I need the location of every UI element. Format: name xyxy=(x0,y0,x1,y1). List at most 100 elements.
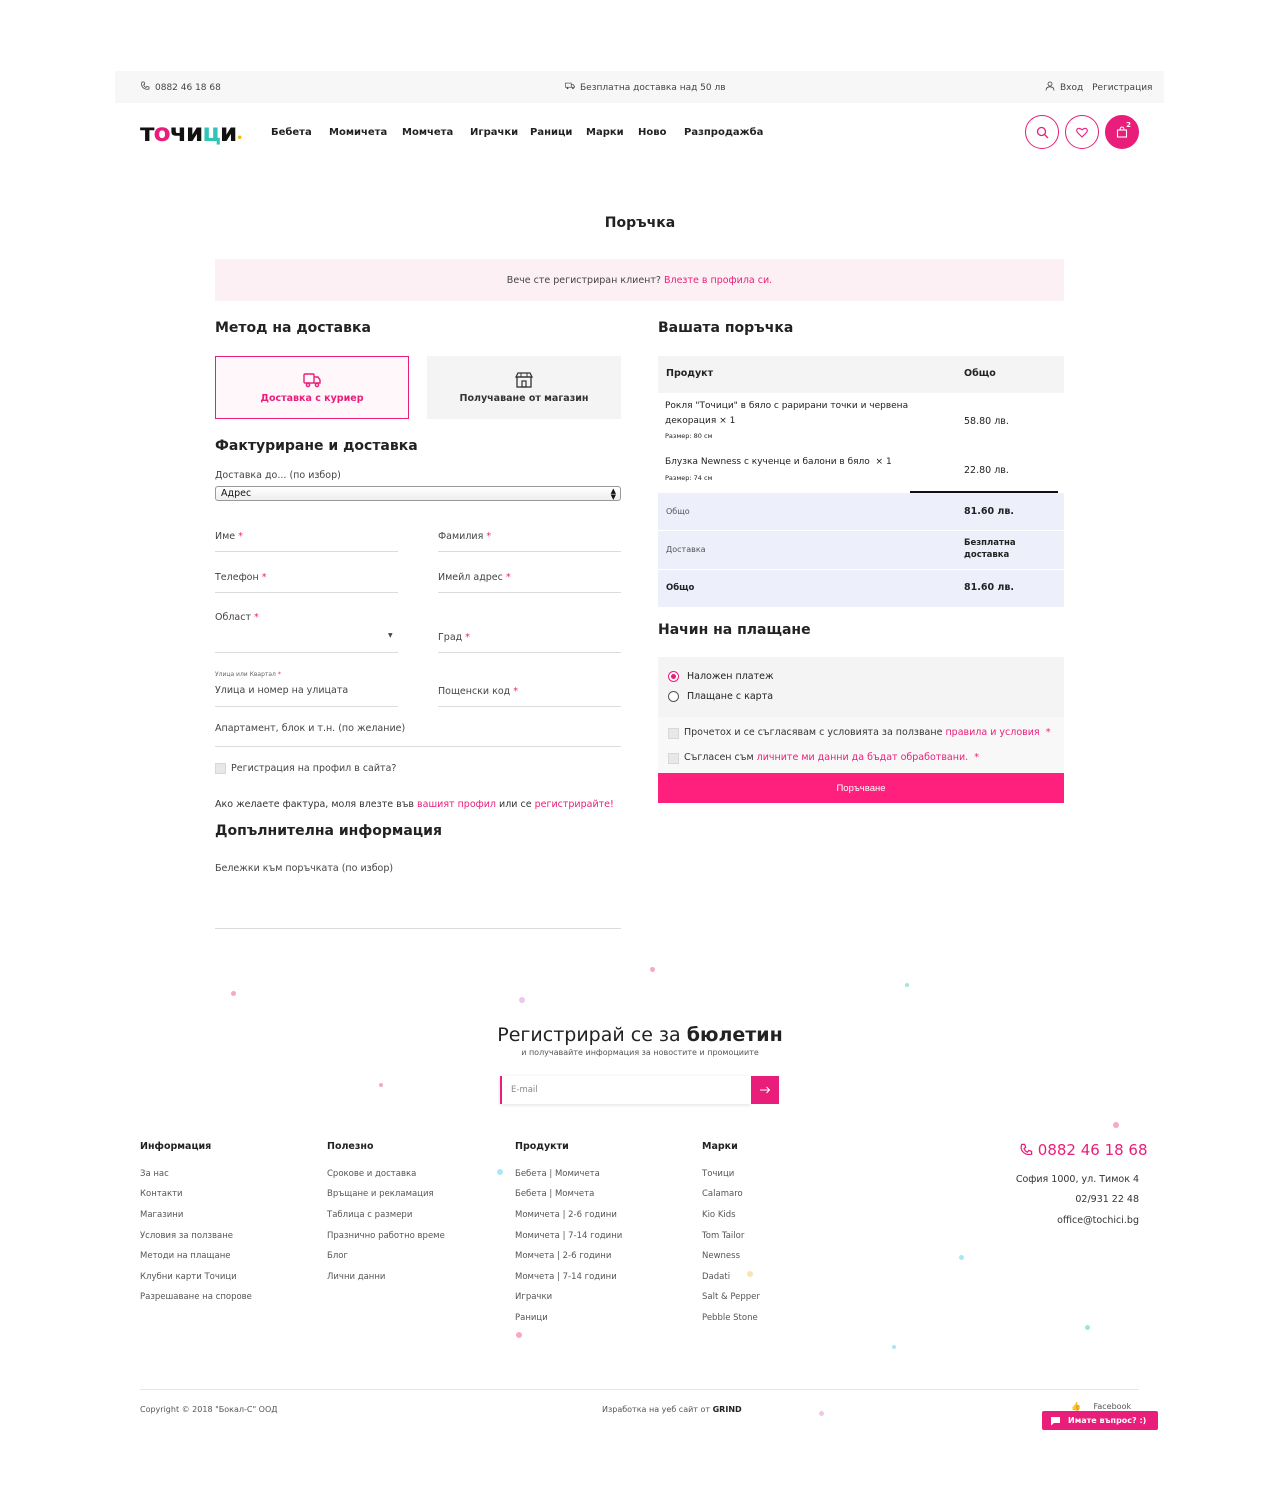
street-field[interactable]: Улица и номер на улицата xyxy=(215,685,348,696)
nav-item-new[interactable]: Ново xyxy=(638,127,666,138)
footer-link[interactable]: За нас xyxy=(140,1169,169,1179)
footer-link[interactable]: Pebble Stone xyxy=(702,1313,758,1323)
privacy-checkbox[interactable] xyxy=(668,753,679,764)
footer-products-title: Продукти xyxy=(515,1141,569,1152)
terms-link[interactable]: правила и условия xyxy=(945,727,1039,738)
nav-item-babies[interactable]: Бебета xyxy=(271,127,312,138)
footer-link[interactable]: Момичета | 2-6 години xyxy=(515,1210,617,1220)
footer-landline[interactable]: 02/931 22 48 xyxy=(1075,1194,1139,1205)
region-select[interactable]: Област * xyxy=(215,612,259,623)
footer-link[interactable]: Празнично работно време xyxy=(327,1231,445,1241)
footer-phone[interactable]: 0882 46 18 68 xyxy=(1019,1141,1148,1159)
store-icon xyxy=(514,371,534,388)
facebook-link[interactable]: 👍 Facebook xyxy=(1071,1402,1131,1411)
login-notice-link[interactable]: Влезте в профила си. xyxy=(664,275,772,286)
footer-link[interactable]: Лични данни xyxy=(327,1272,385,1282)
footer-link[interactable]: Таблица с размери xyxy=(327,1210,412,1220)
nav-item-girls[interactable]: Момичета xyxy=(329,127,387,138)
footer-link[interactable]: Условия за ползване xyxy=(140,1231,233,1241)
footer-link[interactable]: Бебета | Момчета xyxy=(515,1189,594,1199)
footer-link[interactable]: Магазини xyxy=(140,1210,183,1220)
footer-link[interactable]: Момчета | 7-14 години xyxy=(515,1272,617,1282)
footer-link[interactable]: Newness xyxy=(702,1251,740,1261)
newsletter-email-input[interactable]: E-mail xyxy=(500,1076,751,1104)
shipping-option-pickup[interactable]: Получаване от магазин xyxy=(427,356,621,419)
footer-link[interactable]: Бебета | Момичета xyxy=(515,1169,600,1179)
thumbs-up-icon: 👍 xyxy=(1071,1402,1081,1411)
nav-item-sale[interactable]: Разпродажба xyxy=(684,127,763,138)
cart-button[interactable]: 2 xyxy=(1105,115,1139,149)
footer-email[interactable]: office@tochici.bg xyxy=(1057,1215,1139,1226)
phone-field[interactable]: Телефон * xyxy=(215,572,267,583)
cart-count-badge: 2 xyxy=(1126,121,1131,129)
last-name-field[interactable]: Фамилия * xyxy=(438,531,491,542)
footer-link[interactable]: Tom Tailor xyxy=(702,1231,744,1241)
grind-link[interactable]: GRIND xyxy=(713,1405,742,1414)
additional-info-title: Допълнителна информация xyxy=(215,823,442,839)
footer-address: София 1000, ул. Тимок 4 xyxy=(1015,1174,1139,1185)
decor-dot xyxy=(892,1345,896,1349)
delivery-to-select[interactable]: Адрес ▲ ▼ xyxy=(215,486,621,501)
top-phone[interactable]: 0882 46 18 68 xyxy=(140,81,221,93)
order-notes-field[interactable]: Бележки към поръчката (по избор) xyxy=(215,863,393,874)
chat-widget-button[interactable]: Имате въпрос? :) xyxy=(1042,1411,1158,1430)
footer-link[interactable]: Момичета | 7-14 години xyxy=(515,1231,622,1241)
wishlist-button[interactable] xyxy=(1065,115,1099,149)
footer-link[interactable]: Блог xyxy=(327,1251,348,1261)
postcode-field[interactable]: Пощенски код * xyxy=(438,686,518,697)
footer-link[interactable]: Връщане и рекламация xyxy=(327,1189,434,1199)
footer-link[interactable]: Salt & Pepper xyxy=(702,1292,760,1302)
user-icon xyxy=(1045,81,1055,91)
footer-link[interactable]: Срокове и доставка xyxy=(327,1169,416,1179)
place-order-button[interactable]: Поръчване xyxy=(658,773,1064,803)
decor-dot xyxy=(959,1255,964,1260)
footer-link[interactable]: Точици xyxy=(702,1169,734,1179)
order-total-row: Общо 81.60 лв. xyxy=(658,570,1064,607)
free-delivery-note: Безплатна доставка над 50 лв xyxy=(565,81,726,93)
page-title: Поръчка xyxy=(604,215,676,231)
footer-link[interactable]: Разрешаване на спорове xyxy=(140,1292,252,1302)
footer-link[interactable]: Контакти xyxy=(140,1189,183,1199)
terms-checkbox[interactable] xyxy=(668,728,679,739)
phone-icon xyxy=(1020,1143,1033,1156)
truck-icon xyxy=(565,82,575,90)
footer-link[interactable]: Dadati xyxy=(702,1272,730,1282)
payment-cod-radio[interactable] xyxy=(668,671,679,682)
footer-link[interactable]: Клубни карти Точици xyxy=(140,1272,237,1282)
nav-item-boys[interactable]: Момчета xyxy=(402,127,453,138)
footer-link[interactable]: Играчки xyxy=(515,1292,552,1302)
footer-link[interactable]: Раници xyxy=(515,1313,548,1323)
apartment-field[interactable]: Апартамент, блок и т.н. (по желание) xyxy=(215,723,405,734)
footer-link[interactable]: Calamaro xyxy=(702,1189,743,1199)
email-field[interactable]: Имейл адрес * xyxy=(438,572,511,583)
arrow-right-icon xyxy=(760,1086,771,1094)
newsletter-submit-button[interactable] xyxy=(751,1076,779,1104)
shipping-method-title: Метод на доставка xyxy=(215,320,371,336)
city-field[interactable]: Град * xyxy=(438,632,470,643)
payment-card-radio[interactable] xyxy=(668,691,679,702)
privacy-link[interactable]: личните ми данни да бъдат обработвани. xyxy=(757,752,969,763)
terms-label: Прочетох и се съгласявам с условията за … xyxy=(684,727,1051,738)
decor-dot xyxy=(1085,1325,1090,1330)
order-table-header: Продукт Общо xyxy=(658,356,1064,393)
search-icon xyxy=(1036,126,1048,138)
footer-link[interactable]: Момчета | 2-6 години xyxy=(515,1251,611,1261)
nav-item-brands[interactable]: Марки xyxy=(586,127,624,138)
register-account-checkbox[interactable] xyxy=(215,763,226,774)
login-link[interactable]: Вход xyxy=(1060,83,1083,93)
order-subtotal-row: Общо 81.60 лв. xyxy=(658,493,1064,531)
truck-icon xyxy=(303,372,321,387)
copyright: Copyright © 2018 "Бокал-С" ООД xyxy=(140,1405,278,1414)
invoice-profile-link[interactable]: вашият профил xyxy=(417,799,496,810)
search-button[interactable] xyxy=(1025,115,1059,149)
nav-item-backpacks[interactable]: Раници xyxy=(530,127,572,138)
footer-link[interactable]: Kio Kids xyxy=(702,1210,736,1220)
nav-item-toys[interactable]: Играчки xyxy=(470,127,518,138)
first-name-field[interactable]: Име * xyxy=(215,531,243,542)
site-logo[interactable]: точици• xyxy=(140,118,243,147)
register-link[interactable]: Регистрация xyxy=(1092,83,1152,93)
invoice-register-link[interactable]: регистрирайте! xyxy=(535,799,614,810)
footer-link[interactable]: Методи на плащане xyxy=(140,1251,231,1261)
order-item-row: Рокля "Точици" в бяло с рарирани точки и… xyxy=(665,401,1009,440)
shipping-option-courier[interactable]: Доставка с куриер xyxy=(215,356,409,419)
